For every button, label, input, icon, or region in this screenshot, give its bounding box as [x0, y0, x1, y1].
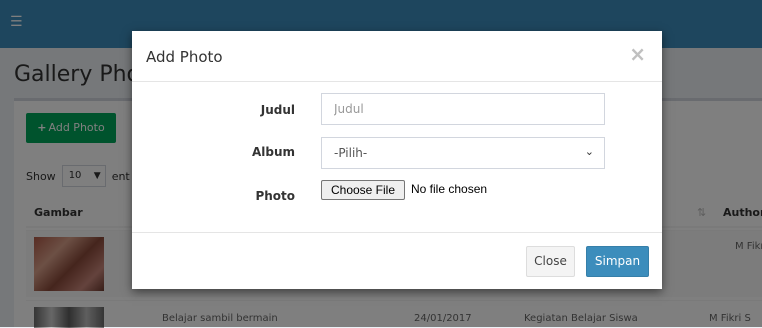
add-photo-modal: Add Photo × Judul Album -Pilih- ⌄ Photo … [132, 31, 662, 289]
close-icon[interactable]: × [629, 42, 646, 66]
album-select[interactable]: -Pilih- ⌄ [321, 137, 605, 169]
modal-header: Add Photo × [132, 31, 662, 82]
file-status: No file chosen [411, 182, 488, 196]
photo-label: Photo [255, 189, 295, 203]
choose-file-button[interactable]: Choose File [321, 180, 405, 200]
judul-label: Judul [260, 103, 295, 117]
album-selected-value: -Pilih- [334, 146, 368, 160]
chevron-down-icon: ⌄ [584, 145, 594, 158]
modal-footer: Close Simpan [132, 232, 662, 289]
close-button[interactable]: Close [526, 246, 575, 277]
modal-title: Add Photo [146, 48, 223, 66]
album-label: Album [251, 145, 295, 159]
save-button[interactable]: Simpan [586, 246, 649, 277]
judul-input[interactable] [321, 93, 605, 125]
